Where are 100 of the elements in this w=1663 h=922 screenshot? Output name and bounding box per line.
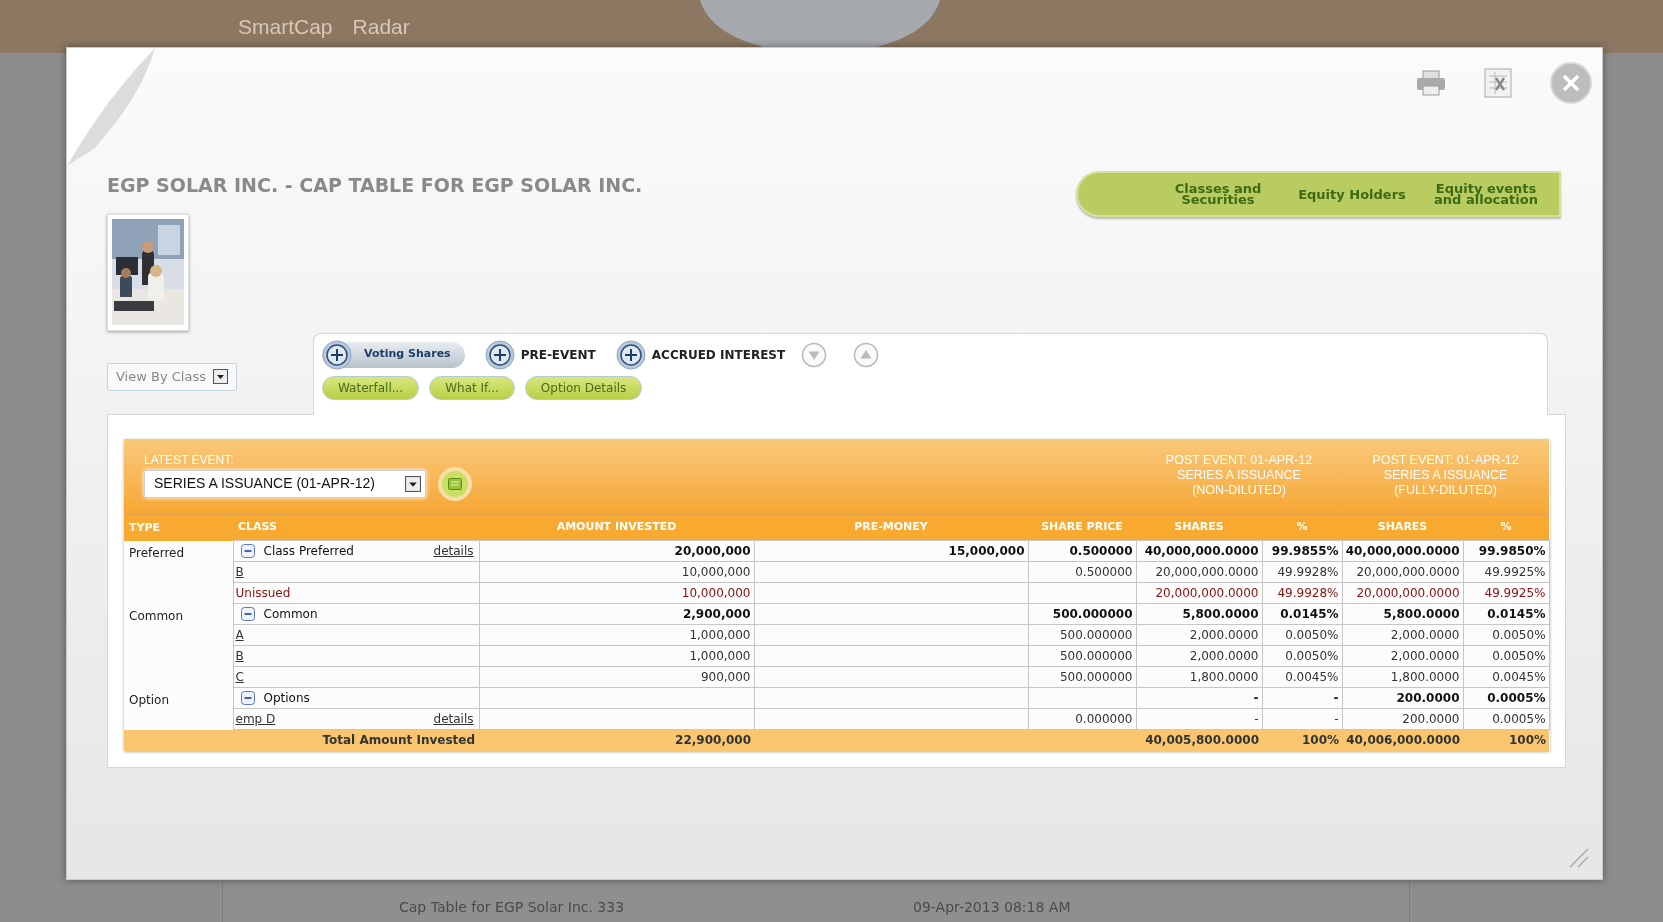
table-cell: 0.0005% (1463, 708, 1550, 730)
table-cell: 2,900,000 (479, 603, 754, 625)
printer-icon[interactable] (1416, 69, 1446, 96)
resize-grip-icon[interactable] (1568, 847, 1590, 869)
table-cell: 0.0050% (1463, 645, 1550, 667)
table-cell: 1,000,000 (479, 645, 754, 667)
total-label: Total Amount Invested (124, 729, 479, 751)
column-header: PRE-MONEY (754, 514, 1028, 541)
minus-icon[interactable] (240, 607, 255, 621)
table-cell: 0.0145% (1262, 603, 1342, 625)
class-name: Unissued (235, 585, 291, 602)
class-link[interactable]: B (235, 563, 244, 581)
minus-icon[interactable] (240, 691, 255, 705)
table-cell: 900,000 (479, 666, 754, 688)
table-cell: 10,000,000 (479, 582, 754, 604)
column-header: AMOUNT INVESTED (479, 514, 754, 541)
table-cell: 49.9928% (1262, 582, 1342, 604)
class-name: Options (263, 690, 310, 707)
action-button[interactable]: Option Details (524, 375, 643, 400)
table-cell: 40,000,000.0000 (1342, 540, 1463, 562)
class-link[interactable]: emp D (235, 710, 276, 728)
table-cell: 1,800.0000 (1342, 666, 1463, 688)
toggle-label[interactable]: ACCRUED INTEREST (651, 345, 786, 364)
table-cell: 5,800.0000 (1342, 603, 1463, 625)
total-cell: 40,006,000.0000 (1342, 729, 1463, 751)
plus-icon[interactable] (615, 339, 646, 370)
details-link[interactable]: details (433, 710, 477, 728)
column-header: % (1463, 514, 1550, 541)
table-cell: 0.500000 (1028, 561, 1136, 583)
table-cell: 1,000,000 (479, 624, 754, 646)
caret-icon (213, 369, 228, 384)
table-cell: 500.000000 (1028, 603, 1136, 625)
table-cell: - (1136, 708, 1262, 730)
section-tab[interactable]: Equity events and allocation (1427, 183, 1545, 205)
column-header: CLASS (233, 514, 479, 541)
table-cell: 500.000000 (1028, 624, 1136, 646)
table-cell: 49.9925% (1463, 582, 1550, 604)
event-select[interactable]: SERIES A ISSUANCE (01-APR-12) (144, 469, 426, 498)
table-cell: Preferred (124, 540, 233, 604)
table-cell: 0.0145% (1463, 603, 1550, 625)
table-cell: 10,000,000 (479, 561, 754, 583)
plus-icon[interactable] (484, 339, 515, 370)
table-cell: Option (124, 687, 233, 730)
table-cell: 2,000.0000 (1342, 645, 1463, 667)
total-cell: 100% (1463, 729, 1550, 751)
table-cell: 500.000000 (1028, 666, 1136, 688)
table-cell: 0.0050% (1262, 624, 1342, 646)
apply-button[interactable] (438, 466, 472, 501)
details-link[interactable]: details (433, 542, 477, 560)
table-cell: Common (124, 603, 233, 688)
column-header: SHARES (1136, 514, 1262, 541)
event-label: LATEST EVENT: (144, 452, 235, 467)
class-name: Class Preferred (263, 543, 354, 560)
total-cell: 100% (1262, 729, 1342, 751)
table-cell: 0.0005% (1463, 687, 1550, 709)
table-cell: 0.000000 (1028, 708, 1136, 730)
table-cell: 20,000,000 (479, 540, 754, 562)
table-cell: 1,800.0000 (1136, 666, 1262, 688)
total-cell: 22,900,000 (479, 729, 754, 751)
class-link[interactable]: C (235, 668, 244, 686)
table-cell: - (1136, 687, 1262, 709)
table-cell: - (1262, 708, 1342, 730)
table-cell: 500.000000 (1028, 645, 1136, 667)
list-title: Cap Table for EGP Solar Inc. 333 (399, 898, 626, 917)
table-cell: 0.0050% (1463, 624, 1550, 646)
toggle-label[interactable]: PRE-EVENT (520, 345, 596, 364)
table-cell: 99.9850% (1463, 540, 1550, 562)
table-cell: 0.0045% (1463, 666, 1550, 688)
table-cell: 20,000,000.0000 (1136, 561, 1262, 583)
spreadsheet-icon[interactable] (1484, 67, 1512, 98)
column-header: SHARE PRICE (1028, 514, 1136, 541)
table-cell: 200.0000 (1342, 708, 1463, 730)
table-cell: 2,000.0000 (1136, 624, 1262, 646)
post-event-heading: POST EVENT: 01-APR-12 SERIES A ISSUANCE (NON-DILUTED) (1164, 452, 1314, 498)
close-icon (1562, 73, 1580, 92)
table-cell: 15,000,000 (754, 540, 1028, 562)
total-cell: 40,005,800.0000 (1136, 729, 1262, 751)
table-cell: 99.9855% (1262, 540, 1342, 562)
table-cell: 20,000,000.0000 (1136, 582, 1262, 604)
toggle-pill[interactable]: Voting Shares (322, 341, 465, 368)
post-event-heading: POST EVENT: 01-APR-12 SERIES A ISSUANCE (FULLY-DILUTED) (1371, 452, 1520, 498)
table-cell: 20,000,000.0000 (1342, 582, 1463, 604)
section-tab[interactable]: Classes and Securities (1159, 183, 1277, 205)
action-button[interactable]: What If... (429, 375, 515, 400)
action-button[interactable]: Waterfall... (322, 375, 420, 400)
class-link[interactable]: A (235, 626, 244, 644)
caret-icon (405, 475, 421, 492)
calendar-icon (448, 477, 462, 490)
page-title: EGP SOLAR INC. - CAP TABLE FOR EGP SOLAR INC. (107, 173, 643, 198)
close-button[interactable] (1550, 61, 1592, 104)
table-cell: 0.0050% (1262, 645, 1342, 667)
table-cell: 2,000.0000 (1342, 624, 1463, 646)
table-cell: 0.500000 (1028, 540, 1136, 562)
plus-icon[interactable] (322, 339, 352, 370)
column-header: TYPE (124, 514, 233, 541)
table-cell: 200.0000 (1342, 687, 1463, 709)
class-link[interactable]: B (235, 647, 244, 665)
list-date: 09-Apr-2013 08:18 AM (913, 898, 1071, 917)
section-tab[interactable]: Equity Holders (1293, 188, 1411, 200)
minus-icon[interactable] (240, 544, 255, 558)
